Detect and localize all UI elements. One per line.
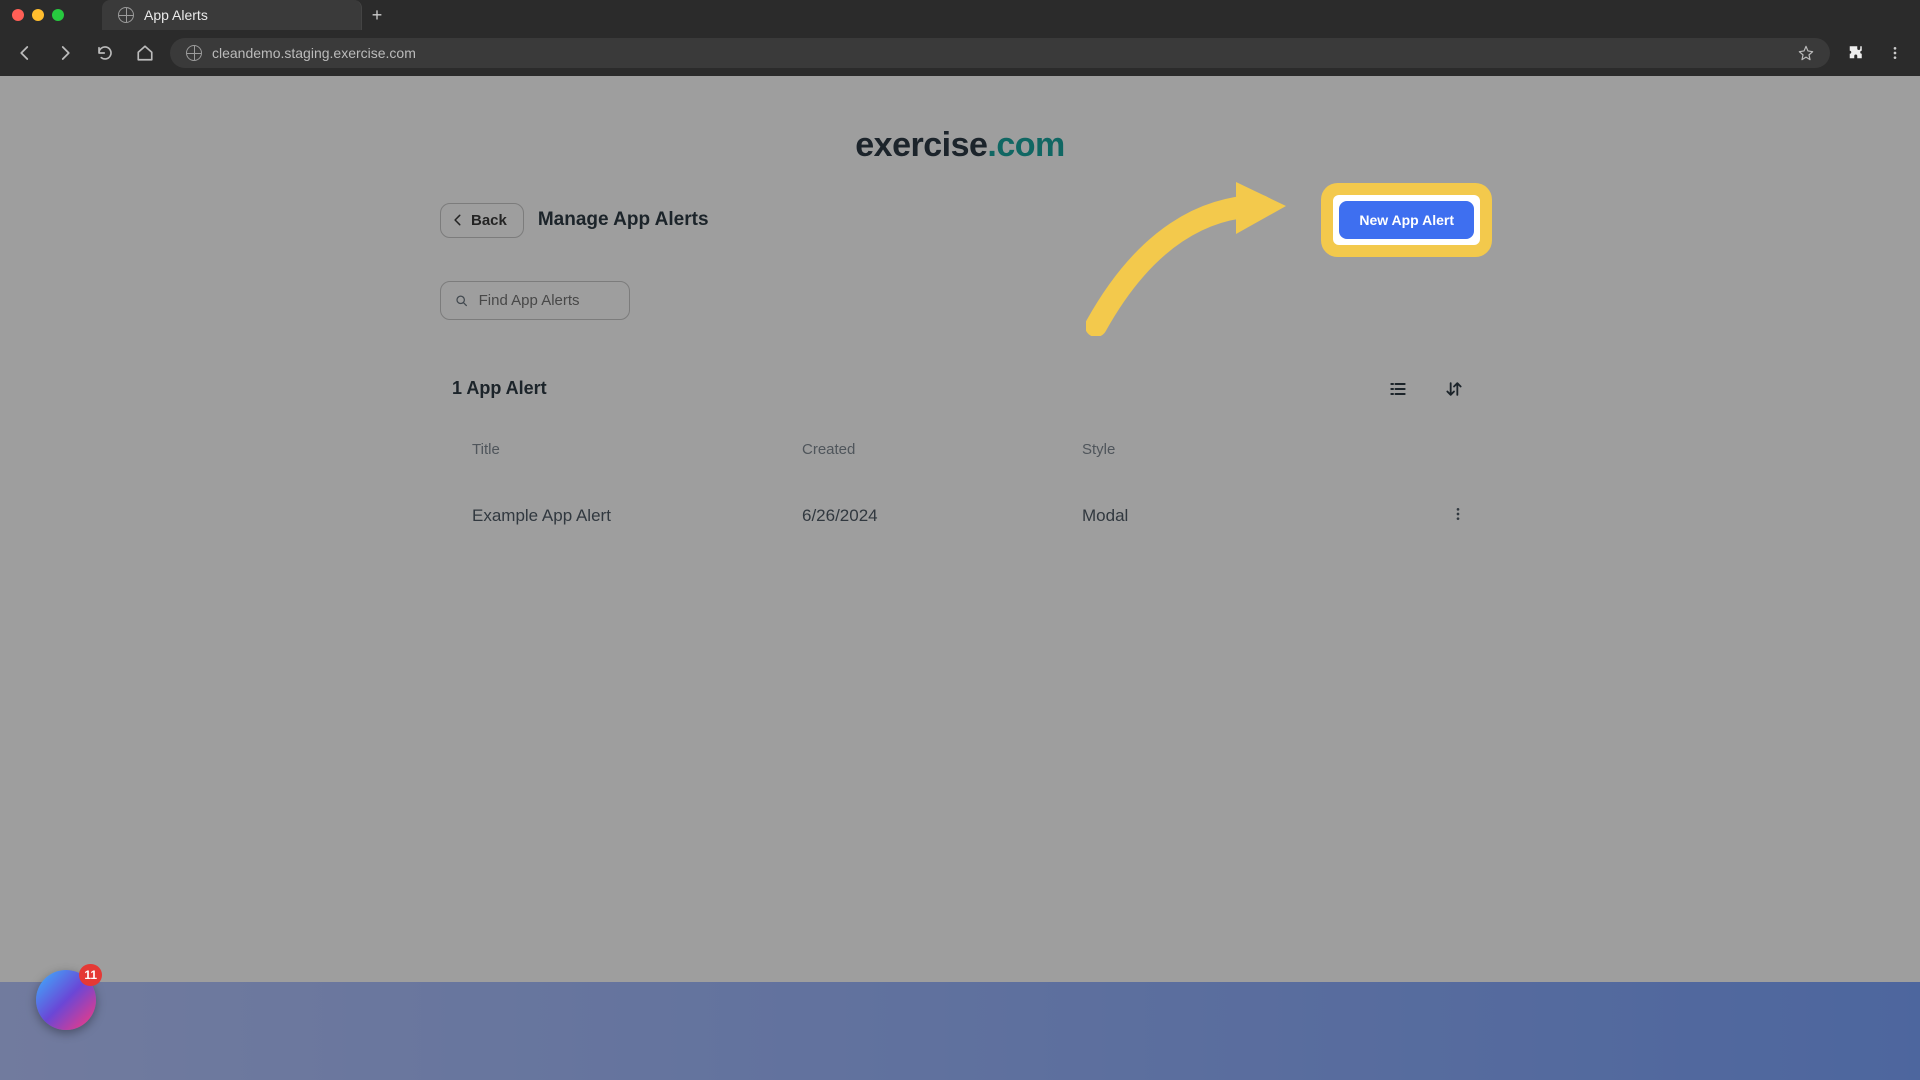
reload-icon	[96, 44, 114, 62]
cell-title: Example App Alert	[472, 506, 802, 526]
window-controls	[0, 9, 76, 21]
address-bar[interactable]: cleandemo.staging.exercise.com	[170, 38, 1830, 68]
col-header-created: Created	[802, 441, 1082, 458]
page-title: Manage App Alerts	[538, 209, 709, 231]
maximize-window-button[interactable]	[52, 9, 64, 21]
logo-text-2: .com	[987, 126, 1064, 164]
minimize-window-button[interactable]	[32, 9, 44, 21]
sort-button[interactable]	[1444, 379, 1464, 399]
list-view-button[interactable]	[1388, 379, 1408, 399]
browser-tab-active[interactable]: App Alerts	[102, 0, 362, 30]
tab-title: App Alerts	[144, 7, 208, 23]
tab-strip: App Alerts +	[0, 0, 1920, 30]
globe-icon	[186, 45, 202, 61]
star-icon	[1798, 45, 1814, 61]
notification-badge: 11	[79, 964, 102, 986]
list-icon	[1388, 379, 1408, 399]
arrow-left-icon	[16, 44, 34, 62]
search-field[interactable]	[440, 281, 630, 320]
page-viewport: exercise.com Back Manage App Alerts New …	[0, 76, 1920, 1080]
forward-nav-button[interactable]	[50, 38, 80, 68]
row-actions-button[interactable]	[1450, 506, 1466, 526]
kebab-icon	[1450, 506, 1466, 522]
extensions-button[interactable]	[1840, 38, 1870, 68]
arrow-right-icon	[56, 44, 74, 62]
table-header: Title Created Style	[440, 441, 1480, 458]
chevron-left-icon	[451, 213, 465, 227]
logo-text-1: exercise	[855, 126, 987, 164]
page-content: exercise.com Back Manage App Alerts New …	[440, 76, 1480, 526]
bookmark-button[interactable]	[1798, 45, 1814, 61]
col-header-title: Title	[472, 441, 802, 458]
help-widget[interactable]: 11	[36, 970, 96, 1030]
home-icon	[136, 44, 154, 62]
browser-chrome: App Alerts + cleandemo.staging.exercise.…	[0, 0, 1920, 76]
home-button[interactable]	[130, 38, 160, 68]
browser-menu-button[interactable]	[1880, 38, 1910, 68]
callout-highlight: New App Alert	[1333, 195, 1480, 245]
kebab-icon	[1887, 45, 1903, 61]
search-input[interactable]	[479, 292, 615, 309]
close-window-button[interactable]	[12, 9, 24, 21]
table-row[interactable]: Example App Alert 6/26/2024 Modal	[440, 506, 1480, 526]
sort-icon	[1444, 379, 1464, 399]
site-icon	[118, 7, 134, 23]
new-app-alert-button[interactable]: New App Alert	[1339, 201, 1474, 239]
result-count: 1 App Alert	[440, 378, 547, 399]
cell-created: 6/26/2024	[802, 506, 1082, 526]
reload-button[interactable]	[90, 38, 120, 68]
puzzle-icon	[1846, 44, 1864, 62]
col-header-style: Style	[1082, 441, 1402, 458]
url-text: cleandemo.staging.exercise.com	[212, 45, 416, 61]
cell-style: Modal	[1082, 506, 1402, 526]
search-icon	[455, 293, 469, 309]
toolbar: cleandemo.staging.exercise.com	[0, 30, 1920, 76]
brand-logo: exercise.com	[440, 76, 1480, 165]
back-label: Back	[471, 212, 507, 229]
footer-gradient	[0, 982, 1920, 1080]
back-button[interactable]: Back	[440, 203, 524, 238]
back-nav-button[interactable]	[10, 38, 40, 68]
new-tab-button[interactable]: +	[362, 0, 392, 30]
